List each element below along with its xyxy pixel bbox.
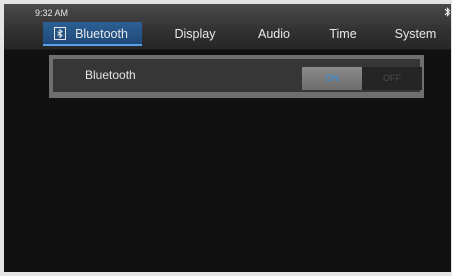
tab-bluetooth[interactable]: Bluetooth: [43, 22, 142, 46]
top-bar: 9:32 AM Bluetooth Display Audio Time Sys…: [4, 4, 451, 50]
tab-time-label: Time: [329, 27, 357, 41]
tab-audio-label: Audio: [258, 27, 290, 41]
settings-panel: Bluetooth ON OFF: [49, 55, 424, 98]
clock: 9:32 AM: [35, 8, 69, 18]
toggle-off-option[interactable]: OFF: [362, 67, 422, 90]
display-screen: 9:32 AM Bluetooth Display Audio Time Sys…: [4, 4, 451, 272]
bluetooth-toggle[interactable]: ON OFF: [302, 67, 422, 90]
toggle-on-option[interactable]: ON: [302, 67, 362, 90]
tab-system-label: System: [394, 27, 437, 41]
bluetooth-setting-row: Bluetooth ON OFF: [53, 59, 422, 92]
bluetooth-icon: [54, 27, 66, 40]
tab-time[interactable]: Time: [319, 22, 367, 46]
tab-bluetooth-label: Bluetooth: [75, 27, 128, 41]
bluetooth-status-icon: [444, 7, 451, 17]
tab-audio[interactable]: Audio: [248, 22, 300, 46]
tab-display[interactable]: Display: [162, 22, 228, 46]
tab-display-label: Display: [174, 27, 216, 41]
tab-system[interactable]: System: [384, 22, 447, 46]
bluetooth-setting-label: Bluetooth: [85, 68, 136, 82]
